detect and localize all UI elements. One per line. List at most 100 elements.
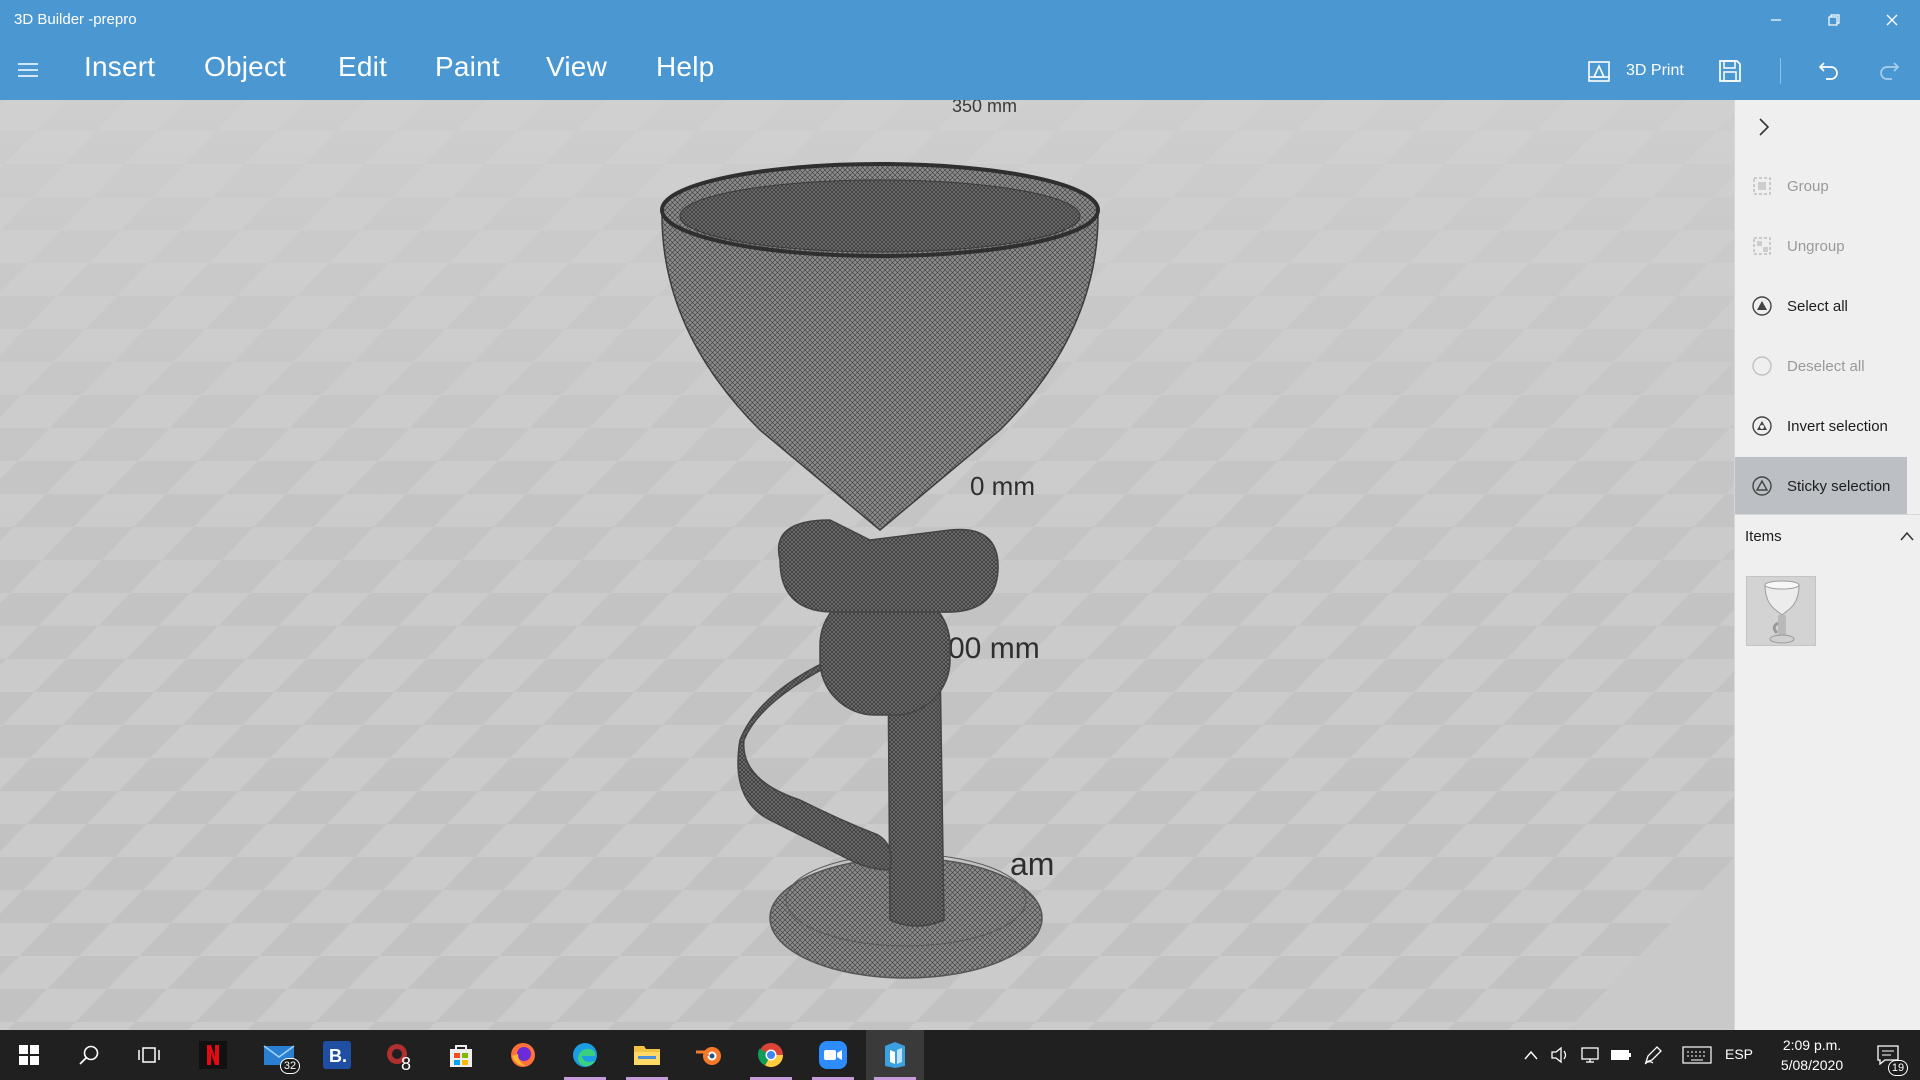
- deselect-all-button[interactable]: Deselect all: [1735, 337, 1907, 395]
- menu-paint[interactable]: Paint: [435, 51, 500, 83]
- print-3d-icon: [1588, 61, 1610, 82]
- 3d-print-label: 3D Print: [1626, 62, 1684, 79]
- save-button[interactable]: [1713, 54, 1747, 88]
- menu-help[interactable]: Help: [656, 51, 714, 83]
- netflix-icon: [199, 1041, 227, 1069]
- window-title: 3D Builder -prepro: [14, 11, 137, 28]
- svg-text:B.: B.: [329, 1046, 347, 1066]
- firefox-icon: [511, 1043, 535, 1067]
- sticky-selection-icon: [1751, 475, 1773, 497]
- taskbar-zoom[interactable]: [804, 1030, 862, 1080]
- items-divider: [1735, 514, 1920, 515]
- menu-bar: Insert Object Edit Paint View Help 3D Pr…: [0, 40, 1920, 100]
- taskbar-blender[interactable]: [680, 1030, 738, 1080]
- app-badge: 8: [400, 1054, 411, 1074]
- 3d-builder-icon: [885, 1042, 905, 1068]
- menu-insert[interactable]: Insert: [84, 51, 155, 83]
- restore-icon: [1828, 14, 1840, 26]
- search-icon: [79, 1045, 99, 1065]
- taskbar-firefox[interactable]: [494, 1030, 552, 1080]
- scale-label-2: 00 mm: [948, 632, 1040, 665]
- sticky-selection-button[interactable]: Sticky selection: [1735, 457, 1907, 515]
- keyboard-icon: [1682, 1046, 1712, 1064]
- mail-badge: 32: [280, 1058, 300, 1074]
- touch-keyboard-button[interactable]: [1680, 1030, 1714, 1080]
- taskbar-mail[interactable]: 32: [250, 1030, 308, 1080]
- network-button[interactable]: [1578, 1030, 1604, 1080]
- battery-button[interactable]: [1608, 1030, 1634, 1080]
- collapse-panel-button[interactable]: [1749, 112, 1779, 142]
- network-icon: [1581, 1047, 1599, 1063]
- invert-selection-button[interactable]: Invert selection: [1735, 397, 1907, 455]
- edge-icon: [573, 1043, 597, 1067]
- select-all-label: Select all: [1787, 297, 1848, 315]
- blender-icon: [696, 1047, 721, 1065]
- group-icon: [1751, 175, 1773, 197]
- model-thumbnail-icon: [1764, 580, 1800, 644]
- undo-button[interactable]: [1812, 54, 1846, 88]
- explorer-icon: [634, 1046, 660, 1065]
- minimize-icon: [1771, 19, 1781, 21]
- selection-panel: Group Ungroup Select all Deselect all In…: [1734, 100, 1920, 1030]
- speaker-icon: [1551, 1046, 1567, 1064]
- ungroup-icon: [1751, 235, 1773, 257]
- 3d-print-button[interactable]: 3D Print: [1586, 54, 1684, 88]
- taskbar-edge[interactable]: [556, 1030, 614, 1080]
- toolbar-separator: [1780, 58, 1781, 84]
- menu-edit[interactable]: Edit: [338, 51, 387, 83]
- taskbar-chrome[interactable]: [742, 1030, 800, 1080]
- taskbar-explorer[interactable]: [618, 1030, 676, 1080]
- input-language[interactable]: ESP: [1725, 1046, 1753, 1062]
- chevron-up-icon: [1900, 531, 1914, 541]
- clock-time: 2:09 p.m.: [1782, 1037, 1842, 1053]
- scale-label-top: 350 mm: [952, 100, 1017, 116]
- start-icon: [19, 1045, 39, 1065]
- taskbar-netflix[interactable]: [184, 1030, 242, 1080]
- item-thumbnail[interactable]: [1746, 576, 1816, 646]
- close-icon: [1886, 14, 1898, 26]
- pen-icon: [1644, 1046, 1662, 1065]
- taskbar-store[interactable]: [432, 1030, 490, 1080]
- chevron-up-icon: [1524, 1050, 1538, 1060]
- menu-view[interactable]: View: [546, 51, 607, 83]
- redo-button[interactable]: [1872, 54, 1906, 88]
- scene-canvas[interactable]: 350 mm 0 mm 00 mm am: [0, 100, 1734, 1030]
- ungroup-button[interactable]: Ungroup: [1735, 217, 1907, 275]
- clock-date: 5/08/2020: [1780, 1057, 1844, 1073]
- items-header-label: Items: [1745, 528, 1782, 545]
- pen-workspace-button[interactable]: [1640, 1030, 1666, 1080]
- hamburger-button[interactable]: [10, 52, 46, 88]
- clock[interactable]: 2:09 p.m. 5/08/2020: [1762, 1035, 1862, 1075]
- redo-icon: [1880, 62, 1900, 80]
- sticky-selection-label: Sticky selection: [1787, 477, 1891, 495]
- chrome-icon: [757, 1043, 783, 1068]
- show-hidden-icons-button[interactable]: [1520, 1030, 1542, 1080]
- menu-object[interactable]: Object: [204, 51, 286, 83]
- restore-button[interactable]: [1806, 0, 1862, 40]
- taskbar-booking[interactable]: B.: [308, 1030, 366, 1080]
- group-label: Group: [1787, 177, 1829, 195]
- select-all-button[interactable]: Select all: [1735, 277, 1907, 335]
- ungroup-label: Ungroup: [1787, 237, 1845, 255]
- taskbar-app[interactable]: 8: [370, 1030, 428, 1080]
- close-button[interactable]: [1864, 0, 1920, 40]
- start-button[interactable]: [0, 1030, 58, 1080]
- volume-button[interactable]: [1548, 1030, 1572, 1080]
- items-header[interactable]: Items: [1745, 528, 1915, 552]
- deselect-all-label: Deselect all: [1787, 357, 1865, 375]
- select-all-icon: [1751, 295, 1773, 317]
- action-center-button[interactable]: 19: [1866, 1030, 1910, 1080]
- 3d-viewport[interactable]: 350 mm 0 mm 00 mm am: [0, 100, 1734, 1030]
- group-button[interactable]: Group: [1735, 157, 1907, 215]
- title-bar: 3D Builder -prepro: [0, 0, 1920, 40]
- zoom-icon: [819, 1041, 847, 1069]
- taskbar-3d-builder[interactable]: [866, 1030, 924, 1080]
- minimize-button[interactable]: [1748, 0, 1804, 40]
- deselect-all-icon: [1751, 355, 1773, 377]
- task-view-button[interactable]: [120, 1030, 178, 1080]
- task-view-icon: [138, 1047, 160, 1063]
- notification-badge: 19: [1888, 1060, 1908, 1076]
- battery-icon: [1611, 1050, 1631, 1060]
- scale-label-1: 0 mm: [970, 471, 1035, 501]
- search-button[interactable]: [60, 1030, 118, 1080]
